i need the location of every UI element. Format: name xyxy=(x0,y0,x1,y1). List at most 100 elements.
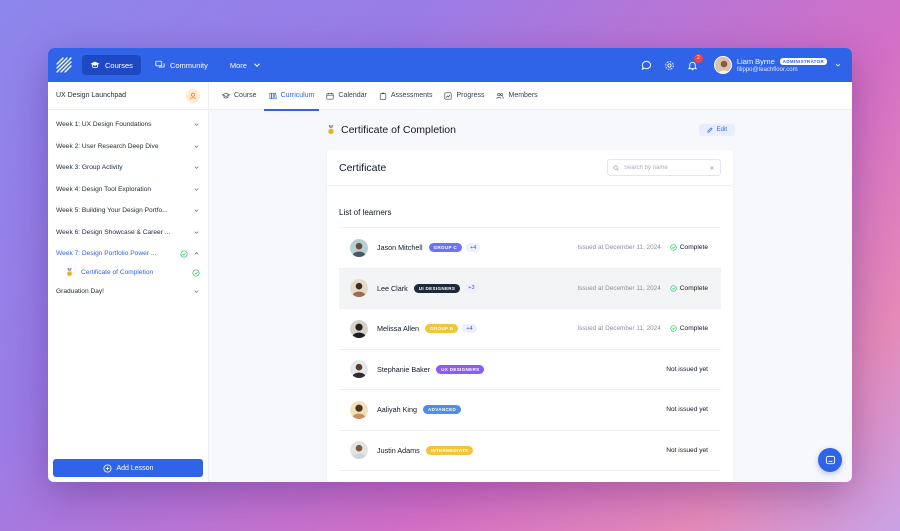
search-input[interactable] xyxy=(624,164,704,171)
week-item-active[interactable]: Week 7: Design Portfolio Power ... xyxy=(48,243,208,265)
chevron-down-icon xyxy=(194,145,199,148)
learner-name: Melissa Allen xyxy=(377,324,419,334)
close-icon[interactable] xyxy=(709,165,715,171)
lesson-item-certificate[interactable]: Certificate of Completion xyxy=(48,265,208,281)
stripes-logo[interactable] xyxy=(56,57,72,73)
more-tags-badge[interactable]: +4 xyxy=(466,243,481,253)
chevron-down-icon xyxy=(194,166,199,170)
week-label: Week 7: Design Portfolio Power ... xyxy=(56,250,157,258)
week-item[interactable]: Week 6: Design Showcase & Career ... xyxy=(48,222,208,244)
table-row[interactable]: Aaliyah King ADVANCED Not issued yet xyxy=(339,389,721,430)
tab-label: Assessments xyxy=(390,92,433,99)
week-item[interactable]: Week 5: Building Your Design Portfo... xyxy=(48,200,208,222)
week-label: Week 6: Design Showcase & Career ... xyxy=(56,228,171,236)
tab-curriculum[interactable]: Curriculum xyxy=(263,82,320,111)
notifications-button[interactable]: 2 xyxy=(687,53,703,71)
avatar xyxy=(350,238,368,257)
tab-course[interactable]: Course xyxy=(217,82,262,110)
check-circle-icon xyxy=(670,244,677,251)
week-label: Week 1: UX Design Foundations xyxy=(56,121,152,129)
tab-label: Curriculum xyxy=(280,92,315,99)
progress-chart-icon xyxy=(444,91,452,100)
issued-date: Issued at December 11, 2024 xyxy=(577,284,661,292)
tab-progress[interactable]: Progress xyxy=(439,82,489,110)
top-navbar: Courses Community More 2 Liam Byrne ADMI… xyxy=(48,48,852,82)
user-info: Liam Byrne ADMINISTRATOR filippo@teachfl… xyxy=(737,57,827,73)
user-icon xyxy=(189,92,197,99)
table-row[interactable] xyxy=(339,470,721,482)
tab-members[interactable]: Members xyxy=(491,82,542,110)
nav-courses-label: Courses xyxy=(105,60,133,70)
learner-name: Stephanie Baker xyxy=(377,364,431,374)
course-instructor-button[interactable] xyxy=(186,88,200,103)
users-icon xyxy=(496,92,505,99)
add-lesson-button[interactable]: Add Lesson xyxy=(53,459,203,477)
status-text: Not issued yet xyxy=(666,365,708,373)
more-tags-badge[interactable]: +4 xyxy=(462,324,477,334)
week-label: Graduation Day! xyxy=(56,287,105,295)
week-item[interactable]: Week 4: Design Tool Exploration xyxy=(48,179,208,201)
group-tag: INTERMEDIATE xyxy=(425,445,474,455)
course-title: UX Design Launchpad xyxy=(56,92,127,99)
issued-date: Issued at December 11, 2024 xyxy=(577,244,661,252)
tab-label: Members xyxy=(508,92,538,99)
search-icon xyxy=(613,164,619,171)
chevron-down-icon xyxy=(194,123,199,127)
week-item[interactable]: Week 1: UX Design Foundations xyxy=(48,114,208,136)
tab-assessments[interactable]: Assessments xyxy=(374,82,438,110)
table-row[interactable]: Melissa Allen GROUP B +4 Issued at Decem… xyxy=(339,308,721,349)
chat-support-button[interactable] xyxy=(818,448,842,472)
issued-date: Issued at December 11, 2024 xyxy=(577,325,661,333)
status-badge: Complete xyxy=(670,244,708,251)
group-tag: GROUP B xyxy=(424,324,459,334)
avatar xyxy=(350,441,368,460)
messages-button[interactable] xyxy=(641,60,652,71)
user-name: Liam Byrne xyxy=(736,57,775,66)
certificate-card: Certificate List of learners Jason Mitch… xyxy=(327,150,733,482)
nav-more-button[interactable]: More xyxy=(222,55,270,75)
table-row[interactable]: Jason Mitchell GROUP C +4 Issued at Dece… xyxy=(339,227,721,268)
nav-courses-button[interactable]: Courses xyxy=(82,55,141,75)
clipboard-icon xyxy=(379,92,386,100)
more-tags-badge[interactable]: +3 xyxy=(464,283,479,293)
add-lesson-label: Add Lesson xyxy=(116,464,154,472)
avatar xyxy=(713,56,732,74)
status-text: Not issued yet xyxy=(666,406,708,414)
chevron-down-icon xyxy=(194,209,199,213)
learner-name: Jason Mitchell xyxy=(377,243,423,253)
week-item[interactable]: Graduation Day! xyxy=(48,281,208,303)
week-item[interactable]: Week 2: User Research Deep Dive xyxy=(48,136,208,158)
table-row[interactable]: Stephanie Baker UX DESIGNERS Not issued … xyxy=(339,348,721,390)
course-sidebar: UX Design Launchpad Week 1: UX Design Fo… xyxy=(48,82,209,482)
tab-label: Course xyxy=(234,92,257,99)
status-text: Complete xyxy=(679,325,708,333)
chevron-up-icon xyxy=(194,252,199,255)
table-row[interactable]: Lee Clark UI DESIGNERS +3 Issued at Dece… xyxy=(339,267,721,308)
week-label: Week 3: Group Activity xyxy=(56,164,123,172)
group-tag: UX DESIGNERS xyxy=(436,364,485,374)
notification-count-badge: 2 xyxy=(693,53,703,63)
table-row[interactable]: Justin Adams INTERMEDIATE Not issued yet xyxy=(339,429,721,471)
tab-calendar[interactable]: Calendar xyxy=(321,82,371,110)
check-circle-icon xyxy=(192,268,200,277)
nav-community-button[interactable]: Community xyxy=(147,55,216,75)
week-label: Week 5: Building Your Design Portfo... xyxy=(56,207,168,215)
learner-list: Jason Mitchell GROUP C +4 Issued at Dece… xyxy=(327,227,733,482)
settings-button[interactable] xyxy=(664,60,675,71)
week-item[interactable]: Week 3: Group Activity xyxy=(48,157,208,179)
graduation-cap-icon xyxy=(222,92,230,98)
user-menu[interactable]: Liam Byrne ADMINISTRATOR filippo@teachfl… xyxy=(713,56,842,74)
card-title: Certificate xyxy=(339,161,387,174)
learner-name: Lee Clark xyxy=(377,283,408,293)
topbar-right: 2 Liam Byrne ADMINISTRATOR filippo@teach… xyxy=(641,53,842,74)
lesson-label: Certificate of Completion xyxy=(81,269,154,276)
learner-name: Aaliyah King xyxy=(377,405,417,415)
course-tabs: Course Curriculum Calendar Assessments P… xyxy=(209,82,852,111)
week-label: Week 2: User Research Deep Dive xyxy=(56,142,159,150)
calendar-icon xyxy=(326,92,334,100)
edit-label: Edit xyxy=(716,127,727,133)
lesson-title-text: Certificate of Completion xyxy=(341,124,456,136)
status-text: Not issued yet xyxy=(666,446,708,454)
edit-button[interactable]: Edit xyxy=(698,124,735,136)
card-header: Certificate xyxy=(327,150,733,186)
